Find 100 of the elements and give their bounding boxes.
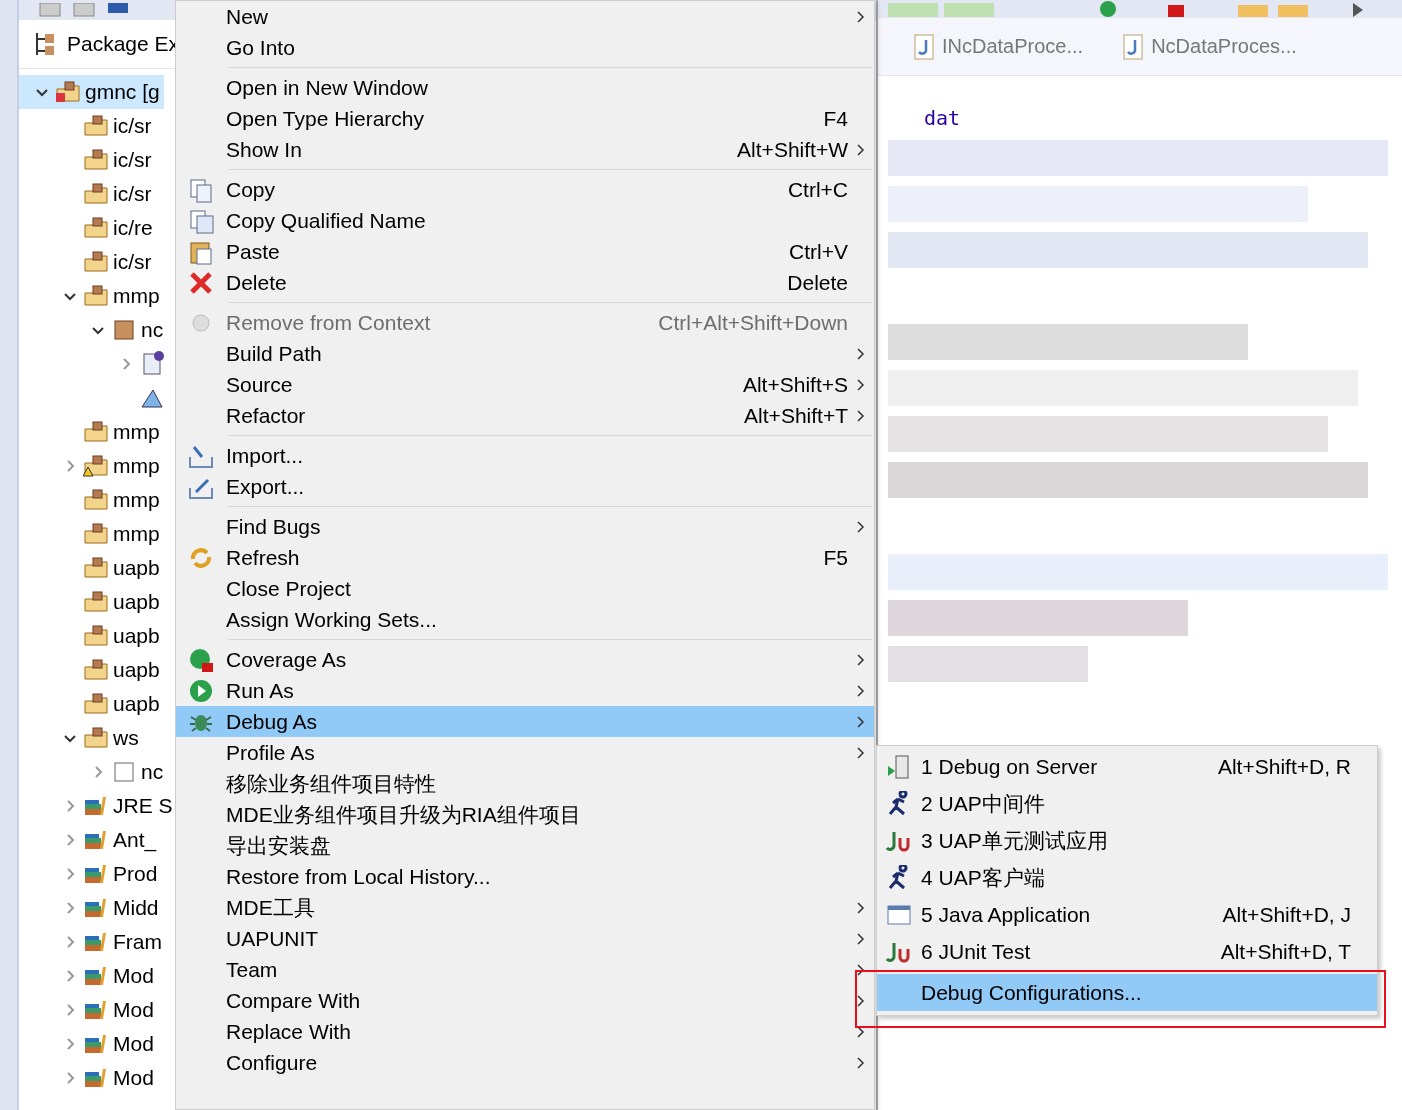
menu-item[interactable]: 5 Java Application Alt+Shift+D, J [877,896,1377,933]
menu-item[interactable]: Profile As [176,737,874,768]
tree-label: Fram [113,930,162,954]
package-folder-icon [83,249,109,275]
menu-item[interactable]: Paste Ctrl+V [176,236,874,267]
menu-item[interactable]: Replace With [176,1016,874,1047]
menu-item[interactable]: New [176,1,874,32]
menu-item[interactable]: Configure [176,1047,874,1078]
menu-item[interactable]: MDE工具 [176,892,874,923]
tree-label: uapb [113,624,160,648]
menu-item[interactable]: Source Alt+Shift+S [176,369,874,400]
tree-item[interactable]: ic/sr [19,245,156,279]
tree-item[interactable]: Mod [19,993,158,1027]
tree-item[interactable]: mmp [19,279,164,313]
menu-item[interactable]: Copy Ctrl+C [176,174,874,205]
menu-item[interactable]: Refactor Alt+Shift+T [176,400,874,431]
tree-label: uapb [113,590,160,614]
tree-item[interactable]: Ant_ [19,823,161,857]
menu-item[interactable]: Open in New Window [176,72,874,103]
menu-item[interactable]: Build Path [176,338,874,369]
tree-label: uapb [113,692,160,716]
tree-item[interactable]: nc [19,755,168,789]
menu-item[interactable]: 移除业务组件项目特性 [176,768,874,799]
tree-item[interactable]: ws [19,721,143,755]
tree-label: Midd [113,896,159,920]
menu-item[interactable]: Assign Working Sets... [176,604,874,635]
save-icon[interactable] [39,3,61,17]
tree-item[interactable]: ic/sr [19,143,156,177]
tree-item[interactable]: uapb [19,653,164,687]
menu-item[interactable]: Debug As [176,706,874,737]
menu-item[interactable]: Team [176,954,874,985]
tree-item[interactable]: Prod [19,857,162,891]
menu-item[interactable]: Copy Qualified Name [176,205,874,236]
package-folder-icon [83,657,109,683]
menu-item[interactable]: 3 UAP单元测试应用 [877,822,1377,859]
tree-item[interactable]: Midd [19,891,163,925]
menu-item[interactable]: Coverage As [176,644,874,675]
tree-item[interactable]: Mod [19,1027,158,1061]
tree-item[interactable]: gmnc [g [19,75,164,109]
tree-label: Mod [113,998,154,1022]
package-folder-icon [83,691,109,717]
tree-item[interactable]: uapb [19,619,164,653]
tree-item[interactable]: Mod [19,959,158,993]
package-tree-icon [33,31,57,57]
menu-item[interactable]: Find Bugs [176,511,874,542]
copy-icon [188,176,214,203]
tree-item[interactable]: mmp [19,415,164,449]
package-folder-icon [83,623,109,649]
tree-item[interactable]: mmp [19,449,164,483]
tree-label: Mod [113,1032,154,1056]
editor-tab[interactable]: NcDataProces... [1123,33,1297,60]
menu-item[interactable]: Export... [176,471,874,502]
menu-item[interactable]: 导出安装盘 [176,830,874,861]
tree-item[interactable]: uapb [19,687,164,721]
menu-item[interactable]: Show In Alt+Shift+W [176,134,874,165]
tree-label: uapb [113,556,160,580]
menu-item[interactable]: Restore from Local History... [176,861,874,892]
tree-item[interactable]: ic/re [19,211,157,245]
package-folder-icon [83,181,109,207]
menu-item[interactable]: Run As [176,675,874,706]
menu-item[interactable]: Compare With [176,985,874,1016]
tree-item[interactable]: JRE S [19,789,177,823]
java-file-icon [914,33,934,60]
project-folder-icon [55,79,81,105]
editor-tab[interactable]: INcDataProce... [914,33,1084,60]
menu-item[interactable]: Delete Delete [176,267,874,298]
tree-label: mmp [113,488,160,512]
tree-item[interactable]: mmp [19,517,164,551]
menu-item[interactable]: Import... [176,440,874,471]
tree-label: nc [141,760,164,784]
server-icon [886,753,912,780]
run-icon [188,677,214,704]
package-folder-icon [83,725,109,751]
tree-item[interactable]: mmp [19,483,164,517]
tree-item[interactable]: ic/sr [19,109,156,143]
tree-label: mmp [113,284,160,308]
menu-item[interactable]: Open Type Hierarchy F4 [176,103,874,134]
tree-label: ic/sr [113,182,152,206]
tree-item[interactable]: Fram [19,925,166,959]
menu-item[interactable]: Go Into [176,32,874,63]
menu-item[interactable]: MDE业务组件项目升级为RIA组件项目 [176,799,874,830]
menu-item[interactable]: Close Project [176,573,874,604]
menu-item[interactable]: Refresh F5 [176,542,874,573]
menu-item[interactable]: 1 Debug on Server Alt+Shift+D, R [877,748,1377,785]
tree-item[interactable]: uapb [19,585,164,619]
code-text: dat [924,106,962,130]
tree-item[interactable]: ic/sr [19,177,156,211]
delete-icon [188,269,214,296]
menu-item[interactable]: 4 UAP客户端 [877,859,1377,896]
menu-item[interactable]: Debug Configurations... [877,974,1377,1011]
tree-item[interactable]: uapb [19,551,164,585]
menu-item[interactable]: 2 UAP中间件 [877,785,1377,822]
tree-item[interactable]: Mod [19,1061,158,1095]
menu-item[interactable]: 6 JUnit Test Alt+Shift+D, T [877,933,1377,970]
tree-item[interactable]: nc [19,313,168,347]
package-icon [111,317,137,343]
tree-label: ic/sr [113,114,152,138]
tree-label: JRE S [113,794,173,818]
menu-item[interactable]: UAPUNIT [176,923,874,954]
save-all-icon[interactable] [73,3,95,17]
